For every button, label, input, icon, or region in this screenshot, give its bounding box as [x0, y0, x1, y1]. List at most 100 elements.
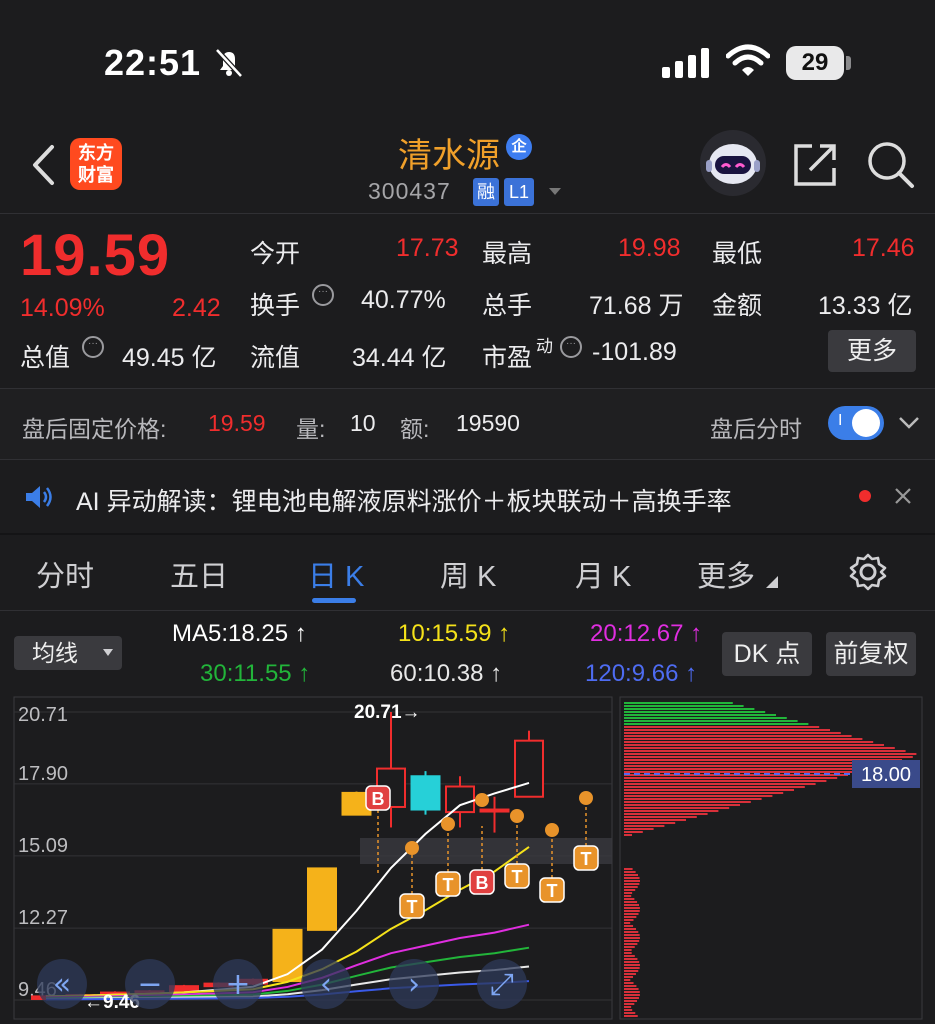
- chip-bar: [624, 958, 638, 960]
- tab-monthly-k[interactable]: 月 K: [575, 553, 631, 595]
- more-quote-button[interactable]: 更多: [828, 330, 916, 372]
- chip-bar: [624, 789, 794, 791]
- volume-label: 总手: [482, 292, 533, 320]
- marker-letter: T: [512, 867, 523, 887]
- battery-tip: [846, 56, 851, 70]
- zoom-in-button[interactable]: +: [213, 959, 263, 1009]
- chip-bar: [624, 883, 640, 885]
- chip-bar: [624, 819, 686, 821]
- info-dots-icon[interactable]: ···: [560, 336, 582, 358]
- chip-bar: [624, 967, 640, 969]
- chip-bar: [624, 928, 637, 930]
- ai-insight-text[interactable]: AI 异动解读：锂电池电解液原料涨价＋板块联动＋高换手率: [76, 482, 732, 518]
- control-glyph: +: [225, 967, 250, 1002]
- high-value: 19.98: [618, 234, 681, 262]
- caret-down-icon[interactable]: [548, 186, 562, 196]
- ma10-value: 10:15.59 ↑: [398, 620, 511, 647]
- chip-bar: [624, 720, 798, 722]
- after-hours-price-label: 盘后固定价格:: [22, 416, 167, 442]
- adjusted-price-button[interactable]: 前复权: [826, 632, 916, 676]
- chip-bar: [624, 810, 719, 812]
- tab-weekly-k[interactable]: 周 K: [440, 553, 496, 595]
- chip-bar: [624, 765, 881, 767]
- pe-value: -101.89: [592, 338, 677, 366]
- chip-bar: [624, 750, 906, 752]
- back-arrow-icon[interactable]: [30, 144, 56, 186]
- candle-body: [307, 867, 337, 931]
- chip-bar: [624, 955, 635, 957]
- kline-chart[interactable]: 20.7117.9015.0912.279.46 18.00 BTT B TTT 2…: [0, 696, 935, 1024]
- search-icon[interactable]: [866, 140, 916, 190]
- toggle-knob: [852, 409, 880, 437]
- y-tick-label: 20.71: [18, 704, 68, 726]
- candle-body: [445, 785, 475, 814]
- toggle-on-mark: I: [838, 412, 843, 429]
- zoom-left-button[interactable]: «: [37, 959, 87, 1009]
- chip-price-label: 18.00: [861, 764, 911, 786]
- after-hours-amount-value: 19590: [456, 410, 520, 436]
- chip-bar: [624, 783, 816, 785]
- after-hours-price-value: 19.59: [208, 410, 266, 436]
- change-percent: 14.09%: [20, 294, 105, 322]
- signal-dot: [405, 841, 419, 855]
- float-cap-value: 34.44 亿: [352, 344, 447, 372]
- chip-bar: [624, 1003, 635, 1005]
- share-icon[interactable]: [792, 142, 838, 188]
- signal-dot: [441, 817, 455, 831]
- chip-bar: [624, 777, 838, 779]
- chip-bar: [624, 889, 636, 891]
- max-price-annotation: 20.71→: [354, 702, 421, 723]
- info-dots-icon[interactable]: ···: [82, 336, 104, 358]
- dk-point-button[interactable]: DK 点: [722, 632, 812, 676]
- info-dots-icon[interactable]: ···: [312, 284, 334, 306]
- chip-bar: [624, 991, 640, 993]
- tab-intraday[interactable]: 分时: [36, 553, 94, 595]
- chip-bar: [624, 952, 632, 954]
- chip-bar: [624, 988, 639, 990]
- after-hours-amount-label: 额:: [400, 416, 430, 442]
- chip-bar: [624, 1012, 636, 1014]
- chip-bar: [624, 786, 805, 788]
- ma60-value: 60:10.38 ↑: [390, 660, 503, 687]
- chip-bar: [624, 880, 640, 882]
- open-label: 今开: [250, 240, 301, 268]
- move-right-button[interactable]: ›: [389, 959, 439, 1009]
- chip-bar: [624, 997, 639, 999]
- marker-letter: T: [443, 875, 454, 895]
- status-time: 22:51: [104, 42, 202, 83]
- chip-bar: [624, 874, 639, 876]
- signal-dot: [579, 791, 593, 805]
- zoom-out-button[interactable]: −: [125, 959, 175, 1009]
- amount-label: 金额: [712, 292, 763, 320]
- move-left-button[interactable]: ‹: [301, 959, 351, 1009]
- chip-bar: [624, 714, 776, 716]
- fullscreen-button[interactable]: ⤢: [477, 959, 527, 1009]
- divider: [0, 459, 935, 460]
- after-hours-volume-label: 量:: [296, 416, 326, 442]
- chevron-down-icon[interactable]: [898, 416, 920, 430]
- settings-gear-icon[interactable]: [848, 552, 888, 592]
- chip-bar: [624, 705, 744, 707]
- signal-dot: [545, 823, 559, 837]
- chip-bar: [624, 798, 762, 800]
- volume-value: 71.68 万: [589, 292, 684, 320]
- signal-dot: [475, 793, 489, 807]
- chip-bar: [624, 825, 665, 827]
- active-tab-indicator: [312, 598, 356, 603]
- chip-bar: [624, 976, 634, 978]
- chip-bar: [624, 931, 639, 933]
- tab-five-day[interactable]: 五日: [170, 553, 228, 595]
- close-icon[interactable]: [894, 487, 912, 505]
- chip-bar: [624, 801, 751, 803]
- chip-bar: [624, 868, 633, 870]
- market-cap-label: 总值: [20, 344, 71, 372]
- after-hours-volume-value: 10: [350, 410, 376, 436]
- chip-bar: [624, 961, 640, 963]
- pe-dynamic-sup: 动: [536, 337, 553, 356]
- tab-more[interactable]: 更多: [697, 553, 755, 595]
- robot-assistant-avatar[interactable]: [700, 130, 766, 196]
- chip-bar: [624, 702, 733, 704]
- low-label: 最低: [712, 240, 763, 268]
- tab-daily-k[interactable]: 日 K: [308, 553, 364, 595]
- stock-name: 清水源: [398, 137, 500, 175]
